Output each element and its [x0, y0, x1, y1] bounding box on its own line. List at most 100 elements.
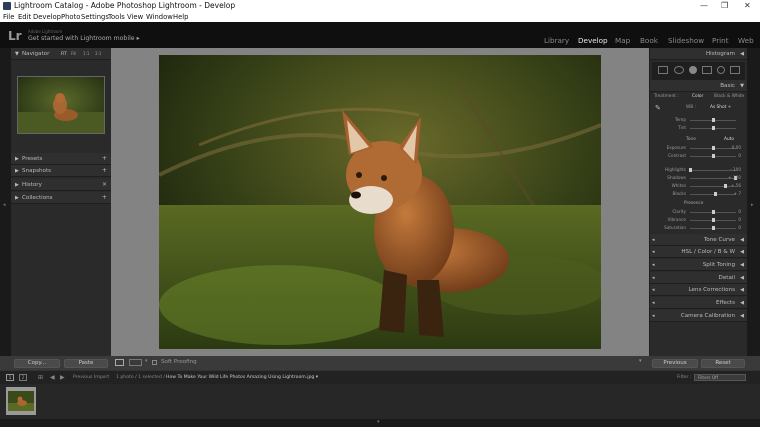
previous-button[interactable]: Previous — [652, 359, 698, 368]
clarity-value[interactable]: 0 — [727, 209, 741, 214]
main-photo[interactable] — [159, 55, 601, 349]
saturation-knob[interactable] — [712, 226, 715, 230]
paste-button[interactable]: Paste — [64, 359, 108, 368]
exposure-knob[interactable] — [712, 146, 715, 150]
toolbar-menu-icon[interactable]: ▾ — [639, 358, 642, 364]
highlights-knob[interactable] — [689, 168, 692, 172]
contrast-knob[interactable] — [712, 154, 715, 158]
snapshots-header[interactable]: ▶ Snapshots + — [11, 165, 111, 177]
camera-calibration-header[interactable]: ◂ Camera Calibration ◀ — [650, 310, 747, 322]
vibrance-value[interactable]: 0 — [727, 217, 741, 222]
grid-view-icon[interactable]: ⊞ — [38, 374, 43, 381]
zoom-3-1[interactable]: 3:1 — [95, 48, 101, 60]
module-slideshow[interactable]: Slideshow — [668, 36, 704, 45]
add-snapshot-icon[interactable]: + — [102, 165, 107, 177]
spot-removal-icon[interactable] — [674, 66, 684, 74]
blacks-slider[interactable]: Blacks + 7 — [650, 191, 747, 198]
exposure-value[interactable]: 0.00 — [727, 145, 741, 150]
add-preset-icon[interactable]: + — [102, 153, 107, 165]
filter-select[interactable]: Filters Off — [694, 374, 746, 381]
treatment-color[interactable]: Color — [692, 94, 703, 99]
get-started-link[interactable]: Get started with Lightroom mobile ▸ — [28, 35, 140, 42]
red-eye-icon[interactable] — [689, 66, 697, 74]
menu-file[interactable]: File — [3, 12, 14, 22]
add-collection-icon[interactable]: + — [102, 192, 107, 204]
left-collapse-arrow-icon[interactable]: ◂ — [3, 202, 6, 208]
effects-header[interactable]: ◂ Effects ◀ — [650, 297, 747, 309]
zoom-fill[interactable]: Fill — [71, 48, 76, 60]
split-toning-header[interactable]: ◂ Split Toning ◀ — [650, 259, 747, 271]
navigator-header[interactable]: ▼ Navigator FIT Fill 1:1 3:1 — [11, 48, 111, 60]
copy-button[interactable]: Copy... — [14, 359, 60, 368]
filename-label[interactable]: How To Make Your Wild Life Photos Amazin… — [166, 375, 318, 380]
soft-proofing-checkbox[interactable] — [152, 360, 157, 365]
before-after-dropdown-icon[interactable]: ▾ — [145, 358, 148, 364]
menu-photo[interactable]: Photo — [61, 12, 80, 22]
module-library[interactable]: Library — [544, 36, 569, 45]
menu-develop[interactable]: Develop — [33, 12, 61, 22]
zoom-1-1[interactable]: 1:1 — [83, 48, 89, 60]
saturation-value[interactable]: 0 — [727, 225, 741, 230]
clear-history-icon[interactable]: × — [102, 179, 107, 191]
right-panel-edge[interactable]: ▸ — [747, 48, 760, 356]
right-collapse-arrow-icon[interactable]: ▸ — [751, 202, 754, 208]
saturation-slider[interactable]: Saturation 0 — [650, 225, 747, 232]
page-1-button[interactable]: 1 — [6, 374, 14, 381]
vibrance-knob[interactable] — [712, 218, 715, 222]
clarity-knob[interactable] — [712, 210, 715, 214]
histogram-header[interactable]: Histogram ◀ — [650, 48, 747, 60]
lens-corrections-header[interactable]: ◂ Lens Corrections ◀ — [650, 284, 747, 296]
tint-slider[interactable]: Tint — [650, 125, 747, 132]
exposure-slider[interactable]: Exposure 0.00 — [650, 145, 747, 152]
contrast-slider[interactable]: Contrast 0 — [650, 153, 747, 160]
whites-slider[interactable]: Whites + 56 — [650, 183, 747, 190]
filmstrip-thumbnail[interactable] — [6, 387, 36, 415]
module-book[interactable]: Book — [640, 36, 658, 45]
wb-eyedropper-icon[interactable]: ✎ — [655, 104, 661, 112]
temp-knob[interactable] — [712, 118, 715, 122]
collections-header[interactable]: ▶ Collections + — [11, 192, 111, 204]
vibrance-slider[interactable]: Vibrance 0 — [650, 217, 747, 224]
loupe-view-icon[interactable] — [115, 359, 124, 366]
reset-button[interactable]: Reset — [701, 359, 745, 368]
minimize-button[interactable]: — — [700, 0, 708, 12]
blacks-value[interactable]: + 7 — [727, 191, 741, 196]
history-header[interactable]: ▶ History × — [11, 179, 111, 191]
hsl-header[interactable]: ◂ HSL / Color / B & W ◀ — [650, 246, 747, 258]
shadows-value[interactable]: + 100 — [727, 175, 741, 180]
source-label[interactable]: Previous Import — [73, 375, 109, 380]
bottom-collapse-arrow-icon[interactable]: ▾ — [377, 419, 380, 425]
navigator-preview[interactable] — [17, 76, 105, 134]
crop-tool-icon[interactable] — [658, 66, 668, 74]
temp-slider[interactable]: Temp — [650, 117, 747, 124]
module-map[interactable]: Map — [615, 36, 630, 45]
detail-header[interactable]: ◂ Detail ◀ — [650, 272, 747, 284]
radial-filter-icon[interactable] — [717, 66, 725, 74]
clarity-slider[interactable]: Clarity 0 — [650, 209, 747, 216]
tint-knob[interactable] — [712, 126, 715, 130]
wb-select[interactable]: As Shot ÷ — [710, 105, 731, 110]
menu-help[interactable]: Help — [173, 12, 189, 22]
forward-arrow-icon[interactable]: ▶ — [60, 374, 65, 381]
menu-edit[interactable]: Edit — [18, 12, 31, 22]
menu-window[interactable]: Window — [146, 12, 173, 22]
before-after-icon[interactable] — [129, 359, 142, 366]
basic-header[interactable]: Basic ▼ — [650, 80, 747, 92]
menu-view[interactable]: View — [127, 12, 143, 22]
page-2-button[interactable]: 2 — [19, 374, 27, 381]
shadows-slider[interactable]: Shadows + 100 — [650, 175, 747, 182]
left-panel-edge[interactable]: ◂ — [0, 48, 11, 356]
highlights-slider[interactable]: Highlights – 100 — [650, 167, 747, 174]
presets-header[interactable]: ▶ Presets + — [11, 153, 111, 165]
highlights-value[interactable]: – 100 — [727, 167, 741, 172]
tone-auto-button[interactable]: Auto — [724, 137, 734, 142]
menu-settings[interactable]: Settings — [81, 12, 109, 22]
tone-curve-header[interactable]: ◂ Tone Curve ◀ — [650, 234, 747, 246]
histogram-area[interactable] — [652, 62, 745, 80]
treatment-bw[interactable]: Black & White — [714, 94, 744, 99]
module-web[interactable]: Web — [738, 36, 754, 45]
zoom-fit[interactable]: FIT — [61, 48, 67, 60]
adjustment-brush-icon[interactable] — [730, 66, 740, 74]
menu-tools[interactable]: Tools — [108, 12, 125, 22]
module-print[interactable]: Print — [712, 36, 729, 45]
